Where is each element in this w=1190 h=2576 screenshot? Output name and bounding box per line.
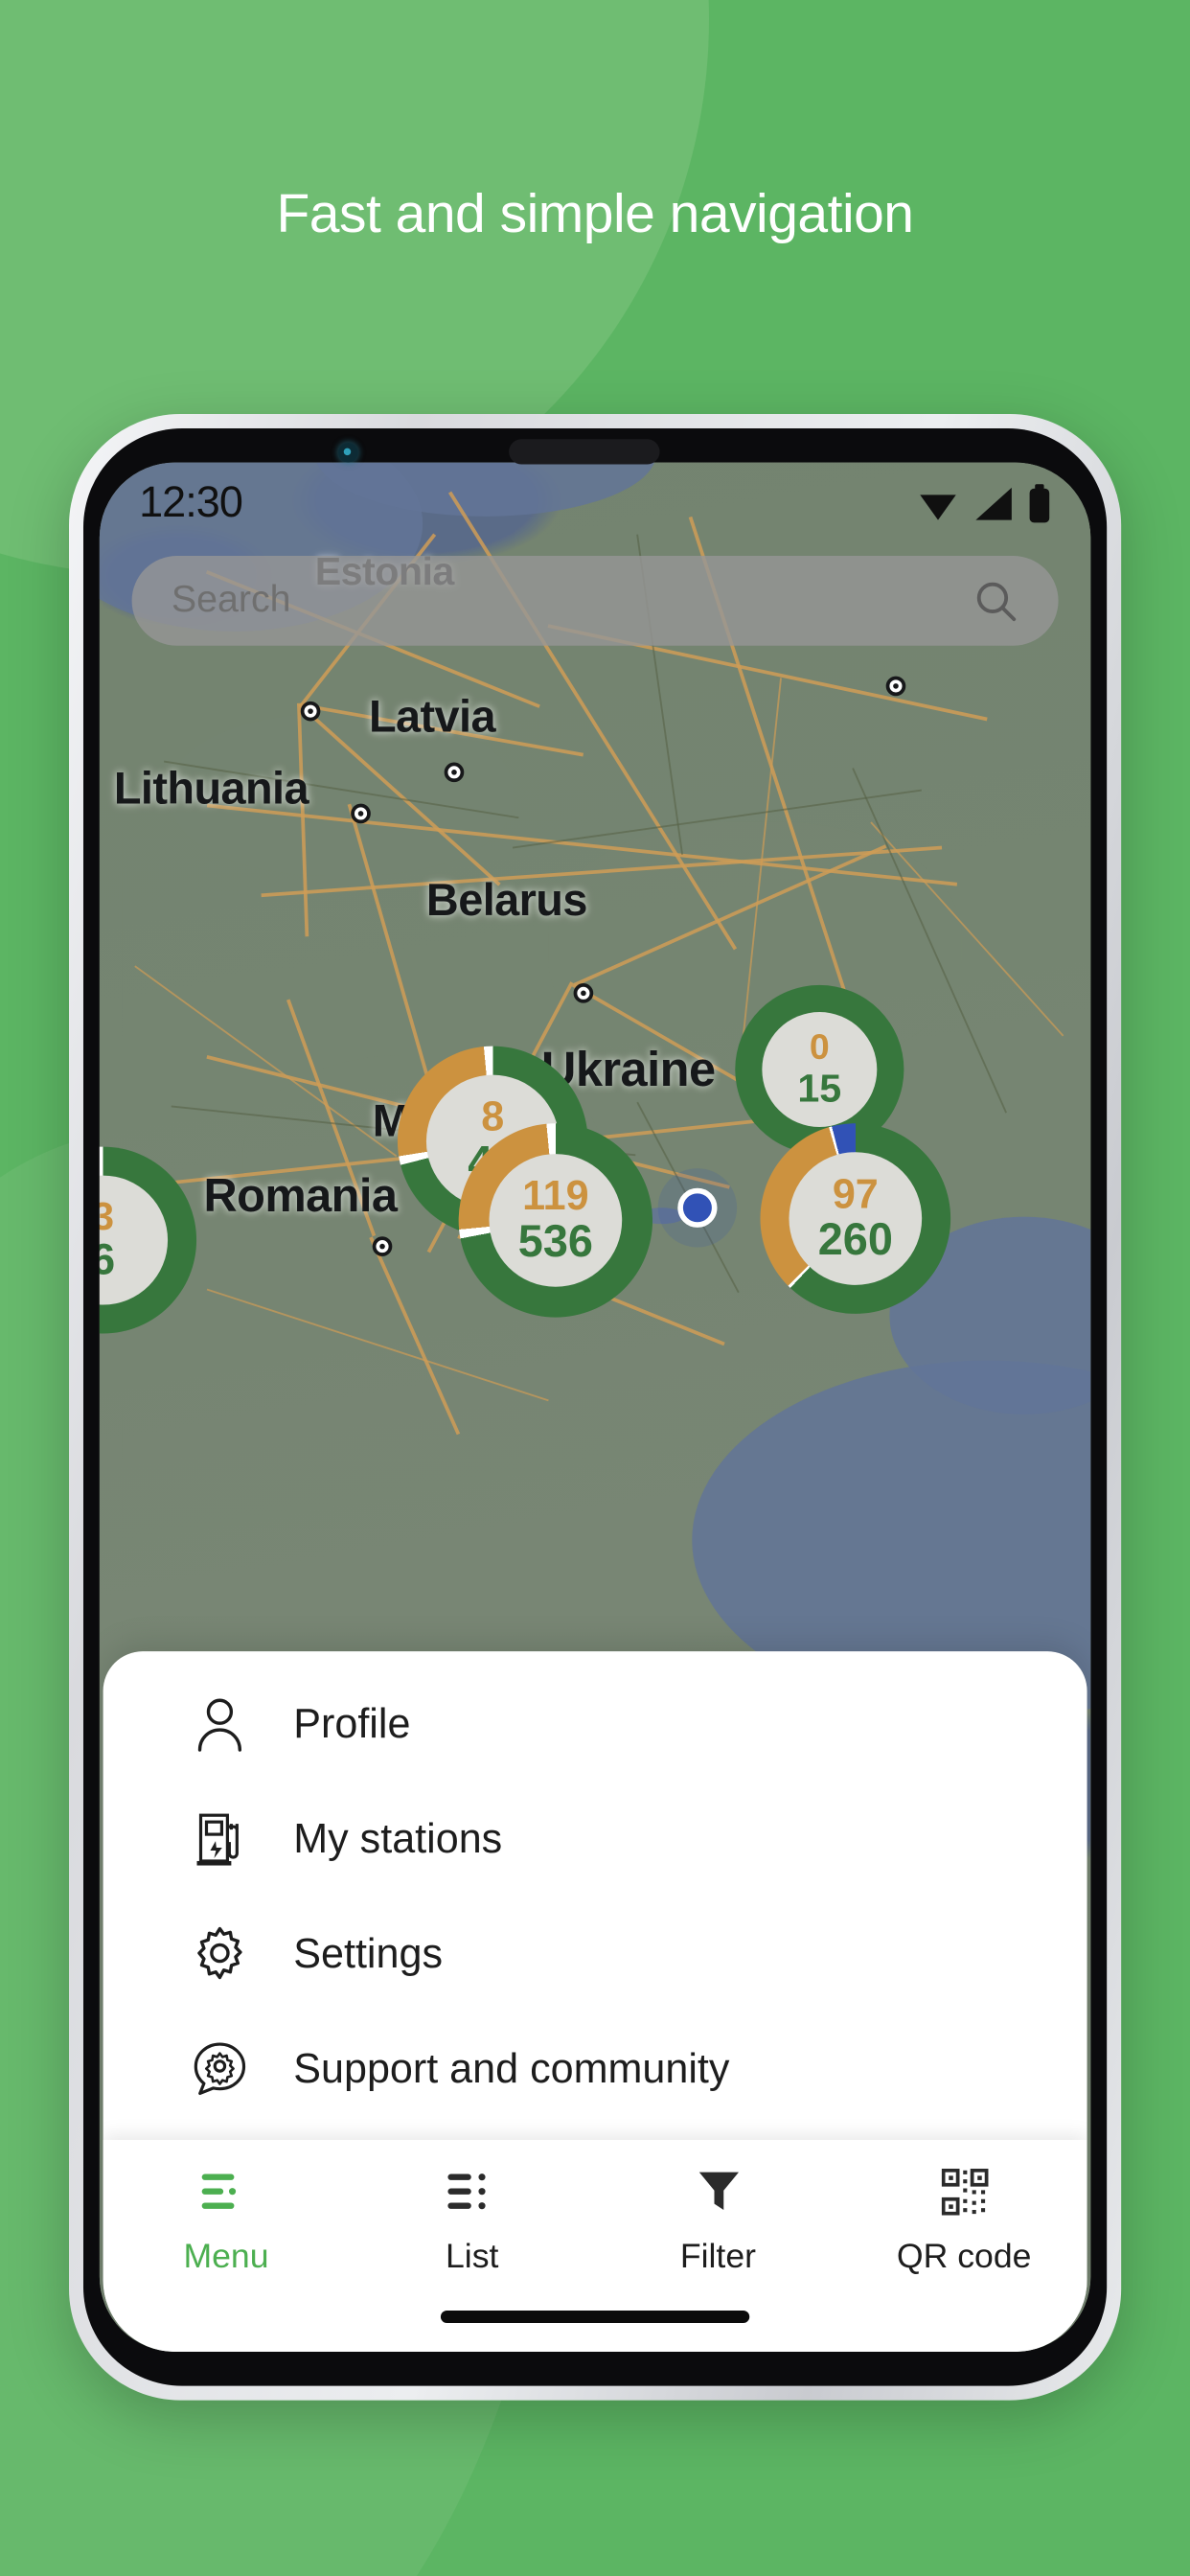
menu-list-icon[interactable] [199, 2165, 253, 2219]
wifi-icon [920, 494, 956, 520]
city-marker-icon [885, 676, 906, 697]
gear-icon [190, 1922, 251, 1984]
earpiece-speaker [509, 439, 660, 465]
city-marker-icon [372, 1236, 393, 1256]
country-label: Latvia [368, 692, 496, 743]
menu-item-my-stations[interactable]: My stations [103, 1781, 1087, 1896]
filter-icon[interactable] [695, 2165, 742, 2219]
city-marker-icon [300, 701, 321, 722]
qr-code-icon[interactable] [940, 2165, 988, 2219]
city-marker-icon [444, 762, 465, 783]
country-label: Romania [203, 1168, 398, 1223]
phone-mockup: EstoniaLatviaLithuaniaBelarusUkraineMold… [69, 414, 1122, 2401]
status-bar: 12:30 [100, 463, 1090, 545]
cluster-count-badge: 97 260 [789, 1152, 923, 1285]
promo-page: Fast and simple navigation Latvia Lithua… [0, 0, 1190, 2576]
station-cluster-marker[interactable]: 97 260 [760, 1123, 951, 1314]
menu-item-label: My stations [293, 1813, 503, 1861]
cluster-available-count: 0 [809, 1027, 830, 1069]
cluster-available-count: 8 [481, 1092, 505, 1140]
nav-tab-label: Filter [679, 2238, 757, 2277]
cluster-count-badge: 36 [99, 1175, 169, 1305]
cluster-available-count: 97 [832, 1169, 879, 1217]
person-icon [190, 1692, 251, 1754]
nav-tab-menu[interactable]: Menu [103, 2165, 350, 2278]
phone-screen: EstoniaLatviaLithuaniaBelarusUkraineMold… [99, 462, 1091, 2353]
nav-tab-list[interactable]: List [349, 2165, 595, 2278]
menu-item-profile[interactable]: Profile [103, 1666, 1087, 1781]
battery-icon [1029, 484, 1050, 523]
nav-tab-label: List [445, 2238, 499, 2277]
menu-item-label: Settings [293, 1928, 443, 1976]
cluster-total-count: 6 [100, 1239, 115, 1283]
menu-item-label: Profile [293, 1698, 411, 1746]
charging-station-icon [190, 1807, 251, 1869]
country-label: Lithuania [113, 764, 309, 815]
status-icon-group [917, 484, 1052, 523]
home-indicator[interactable] [440, 2310, 750, 2324]
city-marker-icon [351, 803, 371, 824]
search-input[interactable]: Search [172, 579, 973, 622]
nav-tab-label: Menu [183, 2238, 269, 2277]
station-cluster-marker[interactable]: 119 536 [458, 1123, 653, 1318]
menu-item-support-and-community[interactable]: Support and community [103, 2011, 1087, 2126]
nav-tab-qr-code[interactable]: QR code [841, 2165, 1087, 2278]
nav-tab-filter[interactable]: Filter [595, 2165, 841, 2278]
user-location-dot [677, 1187, 718, 1228]
menu-item-list[interactable]: Profile My stations Settings Support and co… [103, 1651, 1087, 2126]
cluster-available-count: 119 [522, 1171, 589, 1219]
cluster-available-count: 3 [100, 1196, 114, 1236]
menu-item-settings[interactable]: Settings [103, 1896, 1087, 2011]
cluster-count-badge: 0 15 [762, 1012, 878, 1127]
search-bar[interactable]: Search [131, 556, 1059, 646]
nav-tab-label: QR code [896, 2238, 1032, 2277]
search-icon[interactable] [973, 578, 1019, 625]
cluster-count-badge: 119 536 [489, 1154, 623, 1287]
cellular-signal-icon [975, 487, 1012, 520]
menu-item-label: Support and community [293, 2043, 730, 2091]
promo-headline: Fast and simple navigation [276, 183, 914, 244]
front-camera-icon [338, 442, 358, 463]
support-chat-gear-icon [190, 2037, 251, 2099]
city-marker-icon [573, 983, 594, 1003]
status-time: 12:30 [139, 478, 243, 528]
country-label: Belarus [425, 875, 588, 927]
cluster-total-count: 536 [517, 1216, 593, 1268]
cluster-total-count: 15 [797, 1066, 842, 1112]
cluster-total-count: 260 [817, 1214, 893, 1266]
list-icon[interactable] [446, 2165, 499, 2219]
menu-bottom-sheet[interactable]: Profile My stations Settings Support and co… [103, 1651, 1087, 2353]
